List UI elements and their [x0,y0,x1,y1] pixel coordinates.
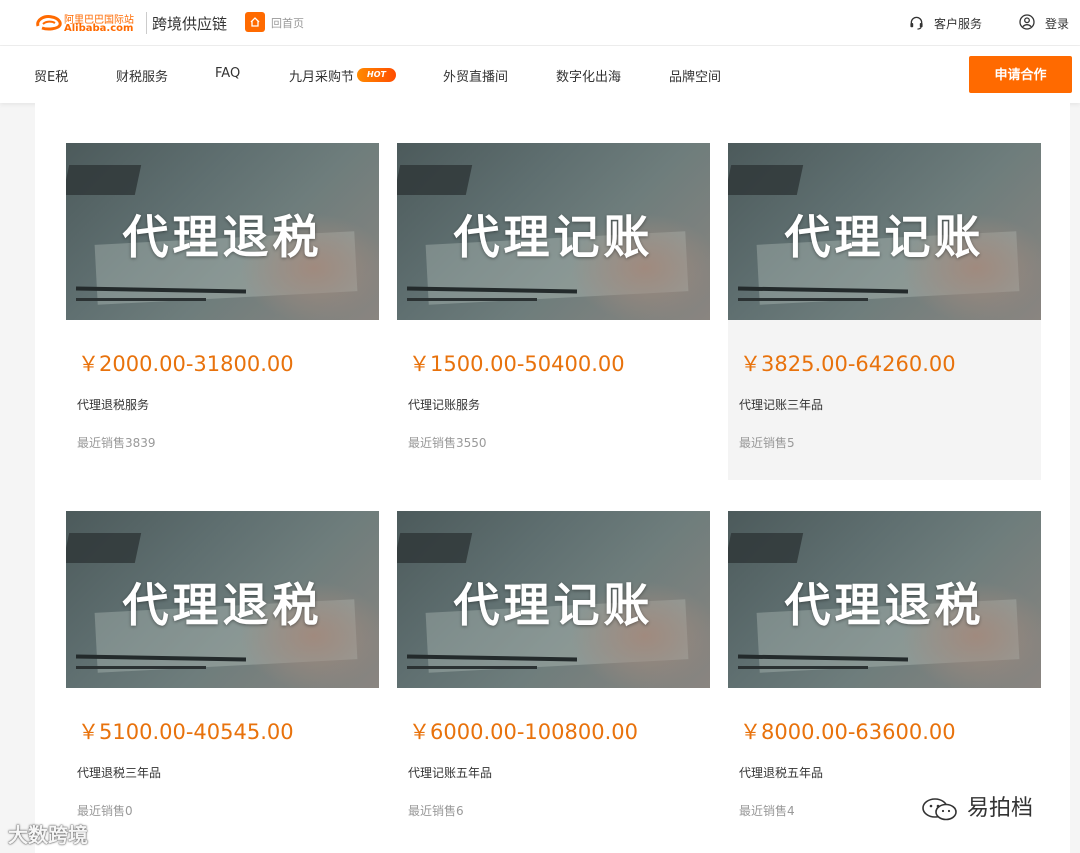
product-price: ￥5100.00-40545.00 [78,720,294,744]
watermark-left-text: 大数跨境 [8,823,88,847]
product-title[interactable]: 代理记账服务 [408,396,480,413]
product-sales: 最近销售5 [739,436,795,450]
product-image[interactable]: 代理退税 [66,143,379,320]
product-price: ￥2000.00-31800.00 [78,352,294,376]
image-pen-shape [76,666,206,669]
product-image-text: 代理退税 [784,578,985,632]
nav-item-faq[interactable]: FAQ [215,66,240,81]
product-title[interactable]: 代理退税三年品 [77,764,161,781]
image-laptop-shape [728,533,804,563]
headset-icon[interactable] [909,15,924,30]
nav-item-finance-services[interactable]: 财税服务 [116,66,168,85]
product-image[interactable]: 代理记账 [728,143,1041,320]
product-image[interactable]: 代理退税 [66,511,379,688]
product-image-text: 代理退税 [122,210,323,264]
product-card[interactable]: 代理记账 ￥6000.00-100800.00 代理记账五年品 最近销售6 [397,511,710,848]
product-card[interactable]: 代理退税 ￥2000.00-31800.00 代理退税服务 最近销售3839 [66,143,379,480]
nav-item-brand-space[interactable]: 品牌空间 [669,66,721,85]
product-grid: 代理退税 ￥2000.00-31800.00 代理退税服务 最近销售3839 代… [35,103,1070,853]
image-pen-shape [738,298,868,301]
product-image-text: 代理记账 [784,210,985,264]
product-image[interactable]: 代理记账 [397,511,710,688]
product-image-text: 代理退税 [122,578,323,632]
user-icon[interactable] [1019,14,1035,30]
image-pen-shape [407,666,537,669]
watermark-right: 易拍档 [920,790,1033,822]
watermark-right-text: 易拍档 [967,796,1034,821]
product-sales: 最近销售0 [77,804,133,818]
home-icon[interactable] [245,12,265,32]
hot-badge: HOT [357,68,396,82]
customer-service-link[interactable]: 客户服务 [934,15,982,32]
product-image[interactable]: 代理退税 [728,511,1041,688]
image-laptop-shape [66,533,142,563]
product-price: ￥3825.00-64260.00 [740,352,956,376]
alibaba-logo[interactable]: 阿里巴巴国际站 Alibaba.com [34,10,142,36]
image-pen-shape [76,298,206,301]
image-laptop-shape [66,165,142,195]
product-title[interactable]: 代理退税五年品 [739,764,823,781]
wechat-icon [922,798,957,821]
product-sales: 最近销售3550 [408,436,487,450]
login-link[interactable]: 登录 [1045,15,1069,32]
top-header: 阿里巴巴国际站 Alibaba.com 跨境供应链 回首页 客户服务 登录 [0,0,1080,46]
product-image-text: 代理记账 [453,210,654,264]
product-title[interactable]: 代理记账三年品 [739,396,823,413]
logo-divider [146,12,147,34]
product-card[interactable]: 代理记账 ￥1500.00-50400.00 代理记账服务 最近销售3550 [397,143,710,480]
product-card[interactable]: 代理记账 ￥3825.00-64260.00 代理记账三年品 最近销售5 [728,143,1041,480]
product-image-text: 代理记账 [453,578,654,632]
image-laptop-shape [397,533,473,563]
product-sales: 最近销售6 [408,804,464,818]
image-pen-shape [738,666,868,669]
nav-item-tax[interactable]: 贸E税 [34,66,68,85]
product-title[interactable]: 代理退税服务 [77,396,149,413]
image-laptop-shape [728,165,804,195]
product-image[interactable]: 代理记账 [397,143,710,320]
product-price: ￥8000.00-63600.00 [740,720,956,744]
home-link[interactable]: 回首页 [271,15,304,31]
site-title[interactable]: 跨境供应链 [152,13,227,34]
nav-item-digital-overseas[interactable]: 数字化出海 [556,66,621,85]
image-laptop-shape [397,165,473,195]
product-price: ￥1500.00-50400.00 [409,352,625,376]
product-sales: 最近销售3839 [77,436,156,450]
main-nav: 贸E税 财税服务 FAQ 九月采购节 HOT 外贸直播间 数字化出海 品牌空间 … [0,46,1080,103]
product-price: ￥6000.00-100800.00 [409,720,638,744]
watermark-left: 大数跨境 [8,819,88,848]
alibaba-logo-icon [36,15,62,31]
logo-english-text: Alibaba.com [64,23,134,34]
apply-cooperation-button[interactable]: 申请合作 [969,56,1072,93]
product-card[interactable]: 代理退税 ￥5100.00-40545.00 代理退税三年品 最近销售0 [66,511,379,848]
product-title[interactable]: 代理记账五年品 [408,764,492,781]
nav-item-september-fest[interactable]: 九月采购节 [289,66,354,85]
product-sales: 最近销售4 [739,804,795,818]
image-pen-shape [407,298,537,301]
nav-item-live-room[interactable]: 外贸直播间 [443,66,508,85]
